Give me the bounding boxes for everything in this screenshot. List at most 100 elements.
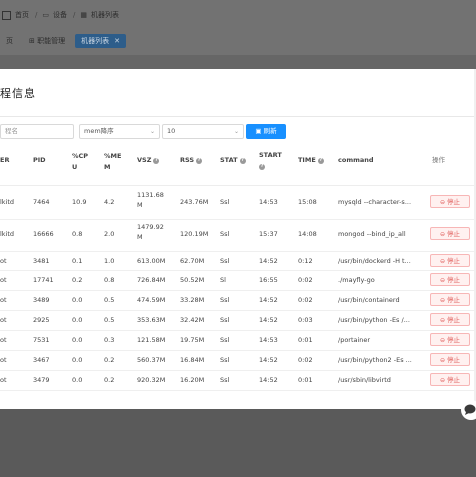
cell-vsz: 1479.92 M bbox=[137, 222, 164, 242]
breadcrumb-separator: / bbox=[35, 11, 38, 19]
cell-rss: 243.76M bbox=[180, 198, 209, 206]
stop-button[interactable]: ⊖ 停止 bbox=[430, 353, 470, 366]
breadcrumb-devices[interactable]: 设备 bbox=[53, 10, 67, 20]
cell-cpu: 0.0 bbox=[72, 376, 83, 384]
cell-user: ot bbox=[0, 376, 7, 384]
cell-mem: 0.8 bbox=[104, 276, 115, 284]
stop-label: 停止 bbox=[447, 276, 461, 284]
cell-command: /portainer bbox=[338, 336, 371, 344]
cell-vsz: 121.58M bbox=[137, 336, 166, 344]
tab-role-management[interactable]: ⊞ 职能管理 bbox=[23, 34, 71, 48]
cell-start: 14:52 bbox=[259, 356, 278, 364]
process-name-input[interactable]: 程名 bbox=[0, 124, 74, 139]
cell-vsz: 726.84M bbox=[137, 276, 166, 284]
stop-button[interactable]: ⊖ 停止 bbox=[430, 195, 470, 208]
table-row: lkitd 7464 10.9 4.2 1131.68 M 243.76M Ssl 14:53 1… bbox=[0, 187, 476, 220]
cell-start: 14:52 bbox=[259, 296, 278, 304]
chevron-down-icon: ⌄ bbox=[149, 128, 155, 135]
cell-cpu: 0.0 bbox=[72, 316, 83, 324]
cell-mem: 0.2 bbox=[104, 376, 115, 384]
stop-button[interactable]: ⊖ 停止 bbox=[430, 227, 470, 240]
cell-user: ot bbox=[0, 316, 7, 324]
cell-text: 1479.92 bbox=[137, 223, 164, 231]
limit-select[interactable]: 10 ⌄ bbox=[162, 124, 244, 139]
stop-icon: ⊖ bbox=[439, 277, 446, 284]
cell-rss: 120.19M bbox=[180, 230, 209, 238]
chat-bubble-button[interactable] bbox=[461, 400, 476, 420]
cell-command: mysqld --character-s... bbox=[338, 198, 412, 206]
help-icon[interactable]: ? bbox=[317, 158, 324, 164]
cell-stat: Sl bbox=[220, 276, 226, 284]
cell-command: /usr/bin/dockerd -H t... bbox=[338, 257, 411, 265]
column-cpu: %CP U bbox=[72, 151, 88, 173]
background-header: 首页 / ▭ 设备 / ▦ 机器列表 页 ⊞ 职能管理 机器列表 ✕ bbox=[0, 0, 476, 55]
column-label: M bbox=[104, 163, 111, 171]
column-label: TIME bbox=[298, 156, 316, 164]
help-icon[interactable]: ? bbox=[259, 164, 265, 170]
refresh-button[interactable]: ▣ 刷新 bbox=[246, 124, 286, 139]
cell-text: M bbox=[137, 233, 143, 241]
refresh-icon: ▣ bbox=[255, 127, 264, 135]
stop-label: 停止 bbox=[447, 376, 461, 384]
breadcrumb-home[interactable]: 首页 bbox=[15, 10, 29, 20]
sort-select[interactable]: mem降序 ⌄ bbox=[79, 124, 160, 139]
table-row: ot 7531 0.0 0.3 121.58M 19.75M Ssl 14:53 0:01/po… bbox=[0, 330, 476, 351]
cell-rss: 16.84M bbox=[180, 356, 205, 364]
cell-vsz: 474.59M bbox=[137, 296, 166, 304]
cell-mem: 0.5 bbox=[104, 316, 115, 324]
stop-icon: ⊖ bbox=[439, 337, 446, 344]
close-icon[interactable]: ✕ bbox=[114, 37, 120, 45]
cell-cpu: 0.2 bbox=[72, 276, 83, 284]
cell-user: ot bbox=[0, 296, 7, 304]
cell-command: ./mayfly-go bbox=[338, 276, 375, 284]
tab-label: 机器列表 bbox=[81, 37, 110, 45]
stop-icon: ⊖ bbox=[439, 317, 446, 324]
stop-label: 停止 bbox=[447, 316, 461, 324]
cell-time: 14:08 bbox=[298, 230, 317, 238]
cell-vsz: 1131.68 M bbox=[137, 190, 164, 210]
tab-bar: 页 ⊞ 职能管理 机器列表 ✕ bbox=[0, 34, 130, 48]
cell-rss: 16.20M bbox=[180, 376, 205, 384]
help-icon[interactable]: ? bbox=[239, 158, 246, 164]
cell-start: 14:52 bbox=[259, 257, 278, 265]
grid-icon: ▦ bbox=[80, 11, 87, 19]
stop-icon: ⊖ bbox=[439, 199, 446, 206]
stop-button[interactable]: ⊖ 停止 bbox=[430, 333, 470, 346]
chevron-down-icon: ⌄ bbox=[233, 128, 239, 135]
cell-stat: Ssl bbox=[220, 376, 230, 384]
stop-button[interactable]: ⊖ 停止 bbox=[430, 313, 470, 326]
cell-cpu: 0.8 bbox=[72, 230, 83, 238]
stop-button[interactable]: ⊖ 停止 bbox=[430, 254, 470, 267]
column-mem: %ME M bbox=[104, 151, 121, 173]
cell-start: 14:53 bbox=[259, 198, 278, 206]
cell-pid: 3489 bbox=[33, 296, 50, 304]
stop-button[interactable]: ⊖ 停止 bbox=[430, 373, 470, 386]
cell-time: 0:01 bbox=[298, 336, 313, 344]
stop-button[interactable]: ⊖ 停止 bbox=[430, 293, 470, 306]
tab-machine-list[interactable]: 机器列表 ✕ bbox=[75, 34, 126, 48]
stop-label: 停止 bbox=[447, 198, 461, 206]
breadcrumb-machine-list[interactable]: 机器列表 bbox=[91, 10, 119, 20]
stop-label: 停止 bbox=[447, 336, 461, 344]
tab-label: 职能管理 bbox=[37, 37, 66, 45]
stop-button[interactable]: ⊖ 停止 bbox=[430, 273, 470, 286]
tab-home[interactable]: 页 bbox=[0, 34, 19, 48]
cell-pid: 3481 bbox=[33, 257, 50, 265]
stop-label: 停止 bbox=[447, 296, 461, 304]
help-icon[interactable]: ? bbox=[196, 158, 203, 164]
stop-icon: ⊖ bbox=[439, 297, 446, 304]
cell-user: lkitd bbox=[0, 198, 15, 206]
cell-pid: 2925 bbox=[33, 316, 50, 324]
cell-vsz: 560.37M bbox=[137, 356, 166, 364]
column-command: command bbox=[338, 156, 374, 164]
monitor-icon: ▭ bbox=[42, 11, 49, 19]
cell-user: ot bbox=[0, 257, 7, 265]
stop-icon: ⊖ bbox=[439, 357, 446, 364]
help-icon[interactable]: ? bbox=[153, 158, 160, 164]
cell-user: lkitd bbox=[0, 230, 15, 238]
breadcrumb-separator: / bbox=[72, 11, 76, 19]
cell-cpu: 0.0 bbox=[72, 296, 83, 304]
cell-start: 14:52 bbox=[259, 376, 278, 384]
cell-pid: 17741 bbox=[33, 276, 54, 284]
column-label: RSS bbox=[180, 156, 195, 164]
